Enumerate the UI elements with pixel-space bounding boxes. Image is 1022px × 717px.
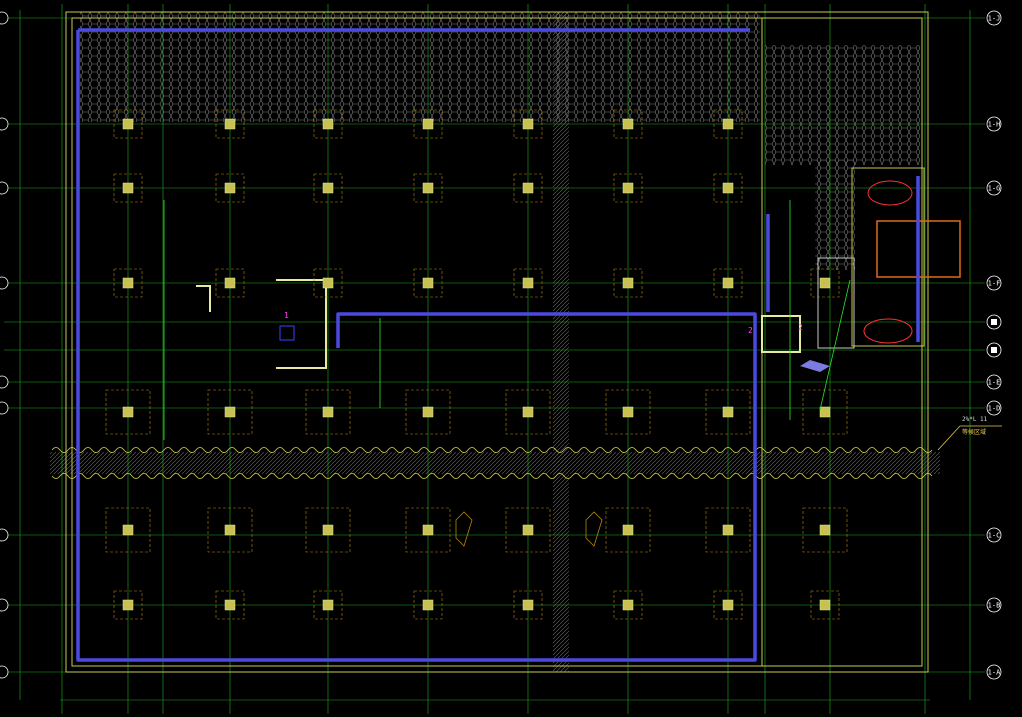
axis-label-right: 1-G — [988, 185, 1001, 193]
column — [522, 599, 534, 611]
axis-bubble-left — [0, 375, 9, 389]
column — [224, 118, 236, 130]
axis-bubble-left — [0, 181, 9, 195]
column — [122, 406, 134, 418]
revision-cloud-2 — [863, 318, 913, 344]
section-mark: 2 — [748, 326, 753, 335]
column — [322, 182, 334, 194]
column — [819, 406, 831, 418]
core-wall-2 — [196, 285, 211, 312]
column — [422, 406, 434, 418]
column — [722, 182, 734, 194]
column — [819, 277, 831, 289]
axis-label-right: 1-D — [988, 405, 1001, 413]
center-strip-vertical — [553, 12, 569, 672]
axis-label-right: 1-H — [988, 121, 1001, 129]
column — [622, 406, 634, 418]
column — [122, 277, 134, 289]
axis-label-right: 1-A — [988, 669, 1001, 677]
axis-bubble-left — [0, 117, 9, 131]
sump-left — [455, 511, 473, 547]
callout-line1: 2%*L 11 — [962, 416, 988, 423]
axis-bubble-left — [0, 11, 9, 25]
axis-label-right: 1-E — [988, 379, 1001, 387]
axis-box-icon — [991, 347, 997, 353]
axis-bubble-left — [0, 598, 9, 612]
column — [224, 182, 236, 194]
joint-line-bottom — [51, 473, 933, 479]
pump-pit — [761, 315, 801, 353]
axis-label-right: 1-J — [988, 15, 1001, 23]
column — [422, 524, 434, 536]
column — [622, 277, 634, 289]
column — [522, 524, 534, 536]
column — [322, 118, 334, 130]
column — [522, 182, 534, 194]
column — [422, 182, 434, 194]
shaft-outline — [817, 257, 855, 349]
ramp-symbol — [800, 360, 830, 372]
column — [422, 599, 434, 611]
axis-label-right: 1-B — [988, 602, 1001, 610]
core-wall-1 — [276, 279, 327, 369]
column — [622, 599, 634, 611]
section-mark: 2 — [798, 323, 803, 332]
axis-bubble-left — [0, 276, 9, 290]
column — [622, 524, 634, 536]
axis-box-icon — [991, 319, 997, 325]
footing-layer — [105, 109, 848, 620]
callout-line2: 等候区域 — [962, 428, 986, 436]
column — [224, 599, 236, 611]
column — [819, 524, 831, 536]
column — [224, 277, 236, 289]
column — [122, 524, 134, 536]
column — [522, 406, 534, 418]
column — [122, 599, 134, 611]
column — [522, 118, 534, 130]
right-hatch-zone — [765, 45, 920, 165]
column — [522, 277, 534, 289]
column — [722, 406, 734, 418]
column — [322, 524, 334, 536]
axis-label-right: 1-C — [988, 532, 1001, 540]
axis-bubble-left — [0, 528, 9, 542]
axis-bubble-left — [0, 401, 9, 415]
column — [622, 118, 634, 130]
column — [722, 599, 734, 611]
leader-lines — [163, 200, 851, 440]
column — [322, 277, 334, 289]
column — [322, 406, 334, 418]
axis-bubble-left — [0, 665, 9, 679]
column — [322, 599, 334, 611]
column — [722, 118, 734, 130]
blue-marker — [279, 325, 295, 341]
right-hatch-zone-lower — [815, 160, 855, 270]
section-mark: 1 — [284, 311, 289, 320]
column — [819, 599, 831, 611]
drain-pipe-main — [76, 28, 757, 662]
sump-right — [585, 511, 603, 547]
column — [622, 182, 634, 194]
axis-label-right: 1-F — [988, 280, 1001, 288]
column — [722, 277, 734, 289]
column — [722, 524, 734, 536]
column — [422, 118, 434, 130]
column — [224, 524, 236, 536]
column — [122, 182, 134, 194]
hatch-layer — [50, 12, 940, 672]
cad-drawing-canvas[interactable]: 12 2 1-J1-H1-G1-F1-E1-D1-C1-B1-A 2%*L 11 … — [0, 0, 1022, 717]
column — [422, 277, 434, 289]
column — [122, 118, 134, 130]
center-strip-horizontal — [50, 452, 940, 474]
revision-cloud-1 — [867, 180, 913, 206]
column — [224, 406, 236, 418]
joint-line-top — [51, 447, 933, 453]
